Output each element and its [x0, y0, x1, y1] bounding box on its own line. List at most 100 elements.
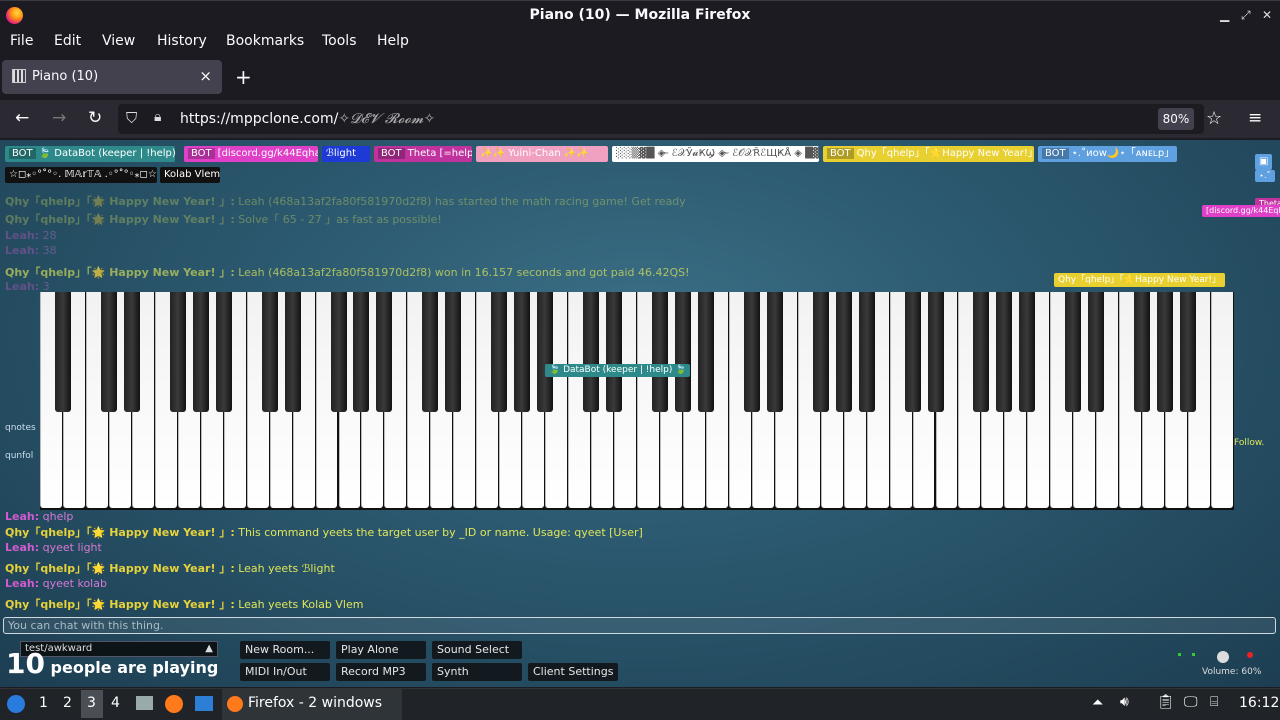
cursor-databot: 🍃 DataBot (keeper | !help) 🍃	[545, 364, 691, 377]
reload-icon[interactable]: ↻	[88, 108, 102, 128]
black-key[interactable]	[812, 292, 829, 412]
black-key[interactable]	[674, 292, 691, 412]
hamburger-menu-icon[interactable]: ≡	[1248, 108, 1262, 128]
window-icon[interactable]	[195, 696, 213, 711]
black-key[interactable]	[445, 292, 462, 412]
workspace-2[interactable]: 2	[63, 695, 72, 711]
new-room-button[interactable]: New Room...	[240, 641, 330, 659]
black-key[interactable]	[858, 292, 875, 412]
user-badge[interactable]: ℬlight	[322, 146, 370, 162]
chat-input[interactable]: You can chat with this thing.	[3, 617, 1276, 634]
bookmark-star-icon[interactable]: ☆	[1206, 108, 1222, 129]
menu-view[interactable]: View	[102, 33, 135, 49]
file-manager-icon[interactable]	[136, 696, 153, 710]
user-badge[interactable]: ✨✨ Yuini-Chan ✨✨	[476, 146, 608, 162]
record-mp3-button[interactable]: Record MP3	[336, 663, 426, 681]
window-title: Piano (10) — Mozilla Firefox	[529, 7, 751, 23]
menu-history[interactable]: History	[157, 33, 207, 49]
menu-edit[interactable]: Edit	[54, 33, 81, 49]
piano-keyboard[interactable]	[40, 292, 1234, 510]
menu-file[interactable]: File	[10, 33, 33, 49]
url-bar[interactable]: ⛉ 🔒︎ https://mppclone.com/✧𝓓𝓔𝓥 𝓡𝓸𝓸𝓶✧ 80%…	[118, 104, 1222, 134]
tray-up-icon[interactable]: ⏶	[1092, 695, 1103, 711]
black-key[interactable]	[422, 292, 439, 412]
black-key[interactable]	[353, 292, 370, 412]
black-key[interactable]	[927, 292, 944, 412]
black-key[interactable]	[606, 292, 623, 412]
black-key[interactable]	[1157, 292, 1174, 412]
tab-close-icon[interactable]: ×	[199, 67, 212, 85]
synth-button[interactable]: Synth	[432, 663, 522, 681]
black-key[interactable]	[583, 292, 600, 412]
user-name: ░░▒▓█ ◈ ̴ ℰ𝒳Ў𝓾̈ҜϢ ◈ ̴ ℰ𝒪𝒳ȒℰЩҜÅ ◈ █▓▒░░	[616, 148, 819, 159]
display-icon[interactable]: 🖵	[1184, 694, 1198, 710]
user-badge[interactable]: BOT [discord.gg/k44Eqha]	[184, 146, 318, 162]
close-window-icon[interactable]: ✕	[1262, 8, 1272, 22]
black-key[interactable]	[169, 292, 186, 412]
black-key[interactable]	[996, 292, 1013, 412]
menu-help[interactable]: Help	[377, 33, 409, 49]
black-key[interactable]	[697, 292, 714, 412]
firefox-launcher-icon[interactable]	[165, 695, 183, 713]
black-key[interactable]	[261, 292, 278, 412]
black-key[interactable]	[537, 292, 554, 412]
white-key[interactable]	[1211, 292, 1233, 508]
black-key[interactable]	[1134, 292, 1151, 412]
black-key[interactable]	[973, 292, 990, 412]
black-key[interactable]	[1180, 292, 1197, 412]
shield-icon[interactable]: ⛉	[126, 109, 137, 127]
black-key[interactable]	[376, 292, 393, 412]
sound-select-button[interactable]: Sound Select	[432, 641, 522, 659]
firefox-task-icon	[227, 696, 243, 712]
user-badge[interactable]: BOT ⋆.˚ᴎᴏᴡ🌙⋆「ᴀɴᴇʟp」	[1038, 146, 1177, 162]
zoom-level[interactable]: 80%	[1158, 108, 1194, 130]
black-key[interactable]	[1065, 292, 1082, 412]
cursor-qhy: Qhy「qhelp」「🌟Happy New Year!」	[1054, 273, 1226, 287]
user-badge[interactable]: Kolab Vlem	[160, 167, 220, 183]
user-badge[interactable]: BOT Qhy「qhelp」「🌟Happy New Year!」	[823, 146, 1034, 162]
new-tab-button[interactable]: +	[235, 65, 252, 89]
menu-tools[interactable]: Tools	[322, 33, 357, 49]
speaker-icon[interactable]: 🔊︎	[1120, 694, 1129, 710]
black-key[interactable]	[651, 292, 668, 412]
black-key[interactable]	[284, 292, 301, 412]
black-key[interactable]	[904, 292, 921, 412]
network-icon[interactable]: ⌸	[1210, 694, 1218, 710]
back-icon[interactable]: ←	[15, 108, 29, 128]
black-key[interactable]	[835, 292, 852, 412]
clipboard-icon[interactable]: 📋︎	[1157, 694, 1175, 710]
black-key[interactable]	[330, 292, 347, 412]
workspace-3[interactable]: 3	[87, 695, 96, 711]
volume-knob[interactable]	[1217, 651, 1229, 663]
black-key[interactable]	[192, 292, 209, 412]
user-badge[interactable]: ☆◻︎⁎◦°˚°◦. 𝕄𝔸𝕣𝕋𝔸 .◦°˚°◦⁎◻︎☆	[5, 167, 157, 183]
client-settings-button[interactable]: Client Settings	[528, 663, 618, 681]
play-alone-button[interactable]: Play Alone	[336, 641, 426, 659]
black-key[interactable]	[1019, 292, 1036, 412]
start-menu-icon[interactable]	[7, 695, 25, 713]
workspace-1[interactable]: 1	[39, 695, 48, 711]
black-key[interactable]	[766, 292, 783, 412]
user-badge[interactable]: BOT Theta [=help]	[374, 146, 472, 162]
forward-icon[interactable]: →	[52, 108, 66, 128]
user-name: ⋆.˚ᴎᴏᴡ🌙⋆「ᴀɴᴇʟp」	[1071, 148, 1175, 159]
lock-icon[interactable]: 🔒︎	[154, 109, 161, 125]
black-key[interactable]	[123, 292, 140, 412]
black-key[interactable]	[514, 292, 531, 412]
workspace-4[interactable]: 4	[111, 695, 120, 711]
black-key[interactable]	[491, 292, 508, 412]
midi-button[interactable]: MIDI In/Out	[240, 663, 330, 681]
black-key[interactable]	[1088, 292, 1105, 412]
chat-fragment: Follow.	[1234, 438, 1265, 448]
tab-piano[interactable]: Piano (10) ×	[2, 60, 222, 94]
user-badge[interactable]: ░░▒▓█ ◈ ̴ ℰ𝒳Ў𝓾̈ҜϢ ◈ ̴ ℰ𝒪𝒳ȒℰЩҜÅ ◈ █▓▒░░	[612, 146, 819, 162]
bot-tag: BOT	[827, 148, 854, 159]
black-key[interactable]	[100, 292, 117, 412]
menu-bookmarks[interactable]: Bookmarks	[226, 33, 304, 49]
minimize-icon[interactable]: ▁	[1220, 8, 1229, 22]
black-key[interactable]	[215, 292, 232, 412]
user-badge[interactable]: BOT🍃 DataBot (keeper | !help) 🍃	[5, 146, 175, 162]
maximize-icon[interactable]: ⤢	[1241, 8, 1251, 23]
black-key[interactable]	[54, 292, 71, 412]
black-key[interactable]	[743, 292, 760, 412]
